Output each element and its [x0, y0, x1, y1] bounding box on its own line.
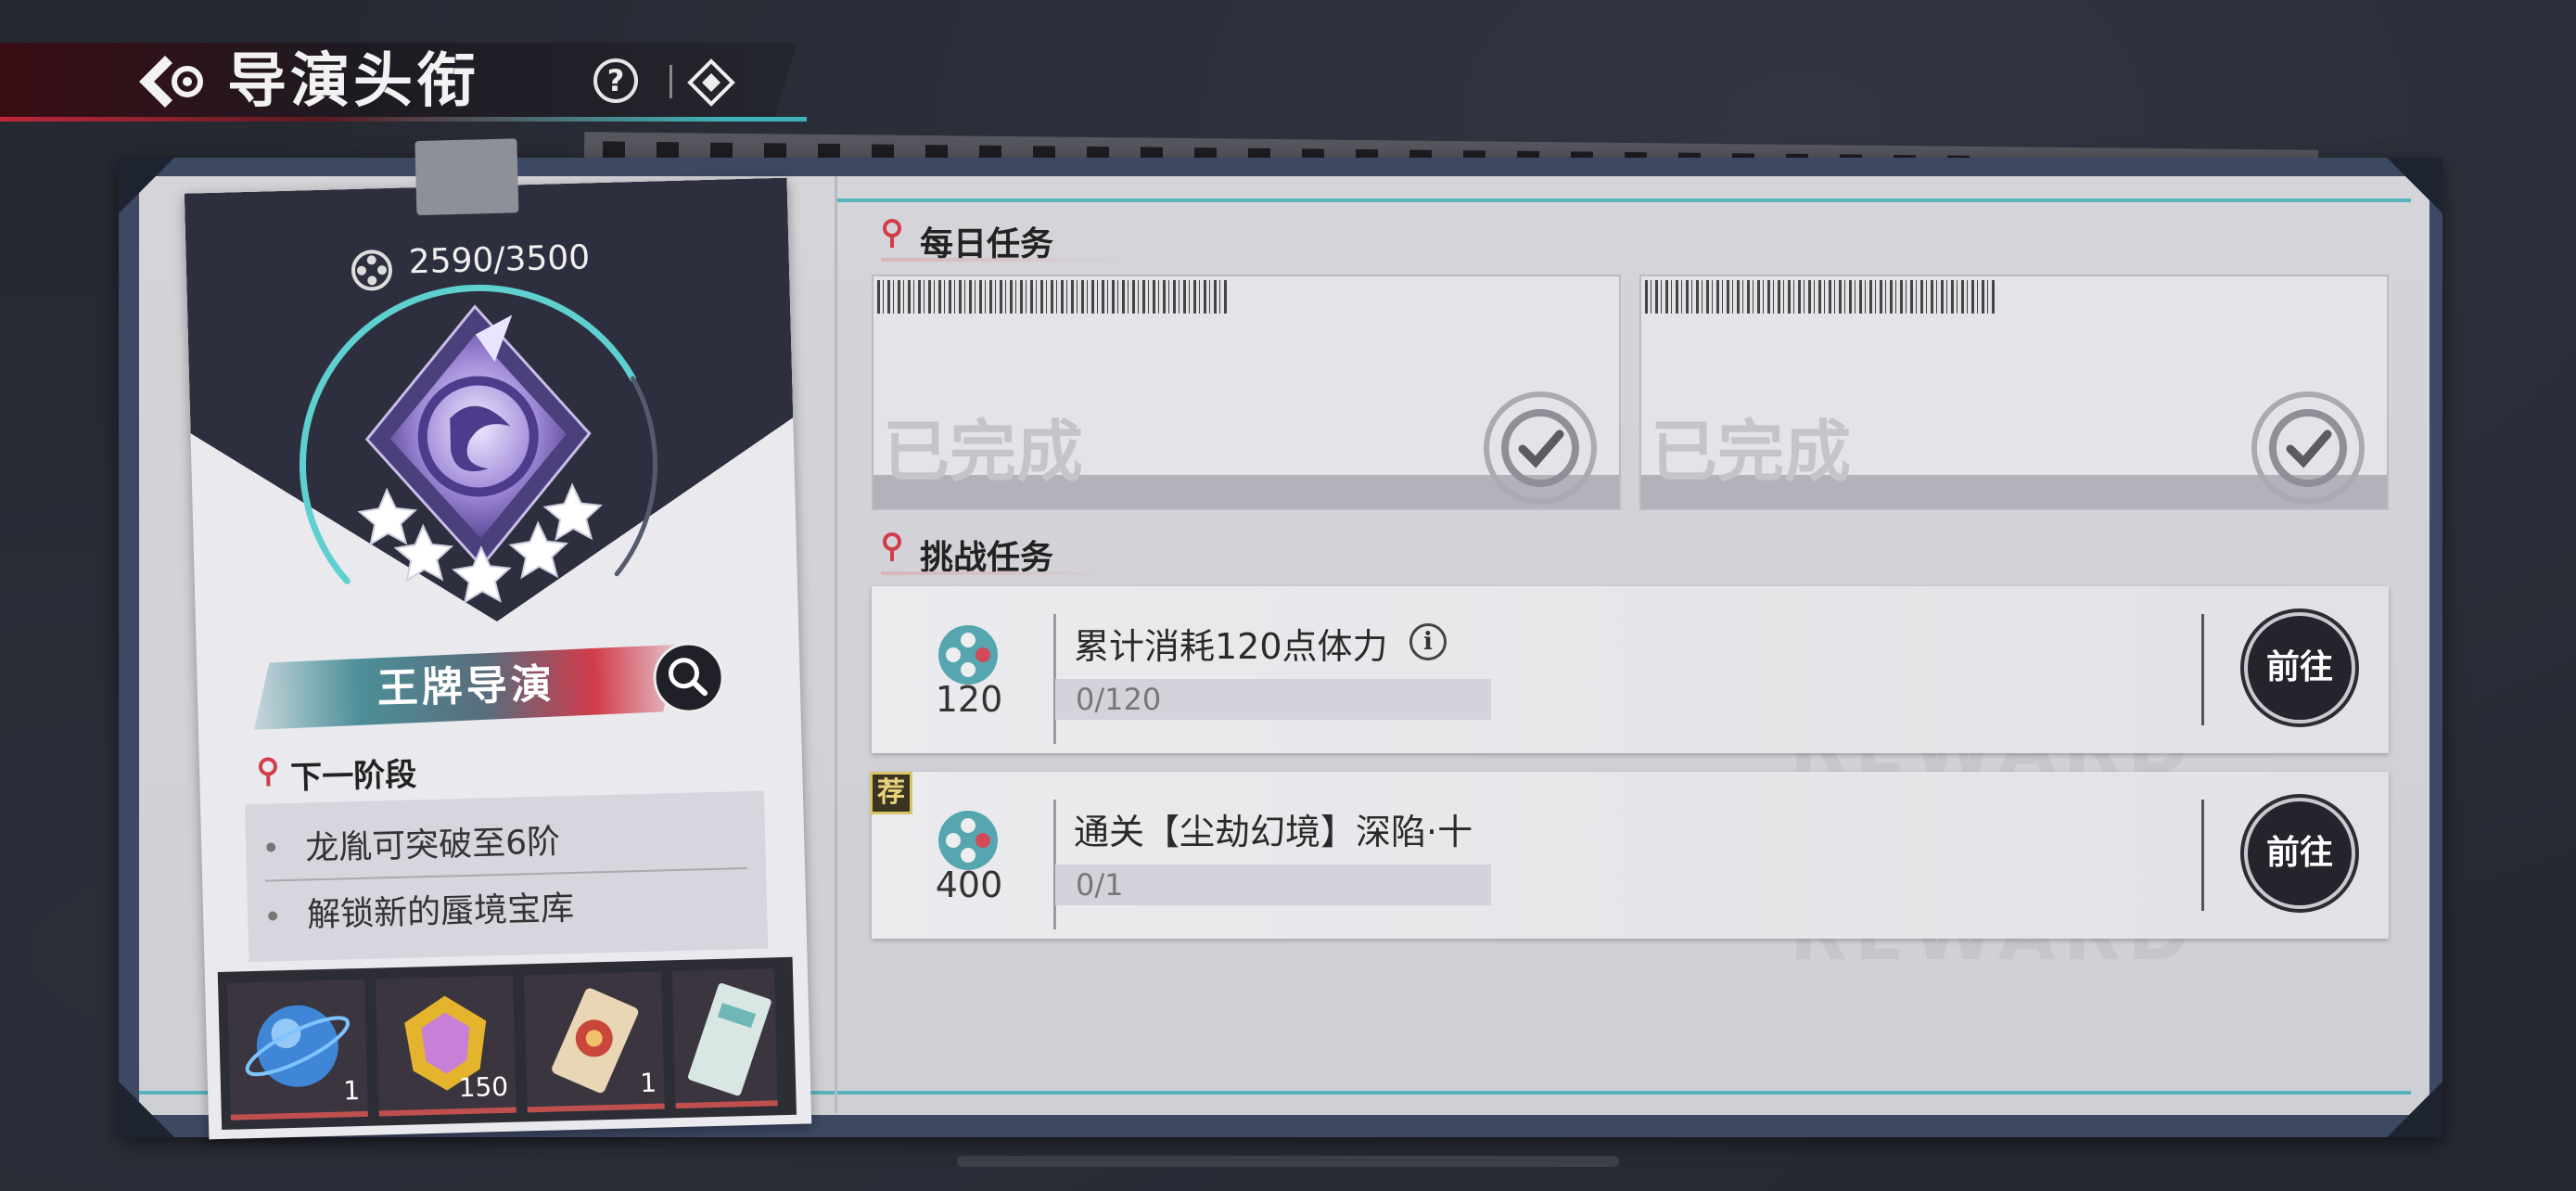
list-separator	[265, 867, 748, 882]
back-button[interactable]	[130, 45, 213, 119]
check-stamp-icon	[1484, 391, 1597, 505]
completed-status: 已完成	[1651, 412, 1852, 491]
info-icon[interactable]: i	[1409, 623, 1447, 660]
task-title: 累计消耗120点体力	[1074, 626, 1388, 667]
section-underline	[881, 571, 1122, 575]
task-progress: 0/120	[1055, 679, 1491, 720]
completed-status: 已完成	[883, 412, 1084, 491]
help-button[interactable]: ?	[593, 58, 638, 103]
ticket-icon	[687, 982, 772, 1096]
page-title: 导演头衔	[227, 47, 479, 116]
diamond-icon	[687, 58, 735, 107]
recommended-badge: 荐	[870, 772, 912, 814]
bullet	[266, 842, 276, 852]
check-stamp-icon	[2251, 391, 2365, 505]
reward-item[interactable]	[671, 968, 778, 1109]
title-progress-text: 2590/3500	[408, 238, 591, 282]
next-stage-item: 龙胤可突破至6阶	[304, 823, 561, 868]
title-card: 2590/3500 王牌导演 下一阶段 龙胤可突破至6阶 解锁新的蜃境宝库 1 …	[184, 138, 812, 1140]
panel-divider	[835, 176, 837, 1113]
diamond-menu-button[interactable]	[686, 58, 736, 108]
reward-count: 150	[458, 1070, 509, 1104]
binder-clip	[414, 138, 519, 216]
magnifier-icon	[668, 658, 708, 697]
next-stage-item: 解锁新的蜃境宝库	[306, 889, 575, 935]
task-reward-amount: 400	[935, 864, 1003, 905]
reward-item[interactable]: 150	[376, 975, 516, 1117]
rewards-strip: 1 150 1	[217, 956, 797, 1130]
view-rank-button[interactable]	[652, 641, 725, 714]
film-reel-icon	[938, 811, 998, 870]
barcode-decoration	[877, 280, 1230, 314]
reward-count: 1	[639, 1067, 657, 1099]
next-stage-title: 下一阶段	[289, 756, 417, 797]
task-divider	[2201, 614, 2204, 725]
back-arrow-icon	[139, 56, 203, 108]
task-title: 通关【尘劫幻境】深陷·十	[1074, 812, 1473, 852]
reward-item[interactable]: 1	[523, 971, 665, 1113]
rank-emblem	[300, 284, 657, 604]
next-stage-list: 龙胤可突破至6阶 解锁新的蜃境宝库	[245, 790, 769, 963]
challenge-task-row: 120 累计消耗120点体力 i 0/120 前往	[872, 586, 2389, 753]
task-reward-amount: 120	[935, 679, 1003, 720]
reward-count: 1	[342, 1075, 361, 1107]
film-reel-icon	[938, 625, 998, 685]
home-indicator[interactable]	[957, 1156, 1619, 1167]
barcode-decoration	[1645, 280, 1997, 314]
go-button[interactable]: 前往	[2244, 612, 2355, 724]
task-progress: 0/1	[1055, 864, 1491, 905]
progress-ring-track	[614, 376, 657, 577]
location-pin-icon	[883, 219, 901, 248]
section-underline	[881, 258, 1122, 262]
teal-accent-line	[835, 198, 2411, 202]
daily-task-card[interactable]: 已完成	[872, 275, 1621, 510]
challenge-task-row: 400 通关【尘劫幻境】深陷·十 0/1 前往	[872, 772, 2389, 939]
location-pin-icon	[883, 532, 901, 561]
header-separator	[670, 65, 672, 98]
daily-task-card[interactable]: 已完成	[1639, 275, 2389, 510]
reward-item[interactable]: 1	[227, 979, 368, 1121]
bullet	[268, 911, 278, 921]
go-button[interactable]: 前往	[2244, 798, 2355, 909]
rank-name: 王牌导演	[376, 660, 556, 713]
location-pin-icon	[258, 757, 277, 787]
task-divider	[2201, 800, 2204, 911]
